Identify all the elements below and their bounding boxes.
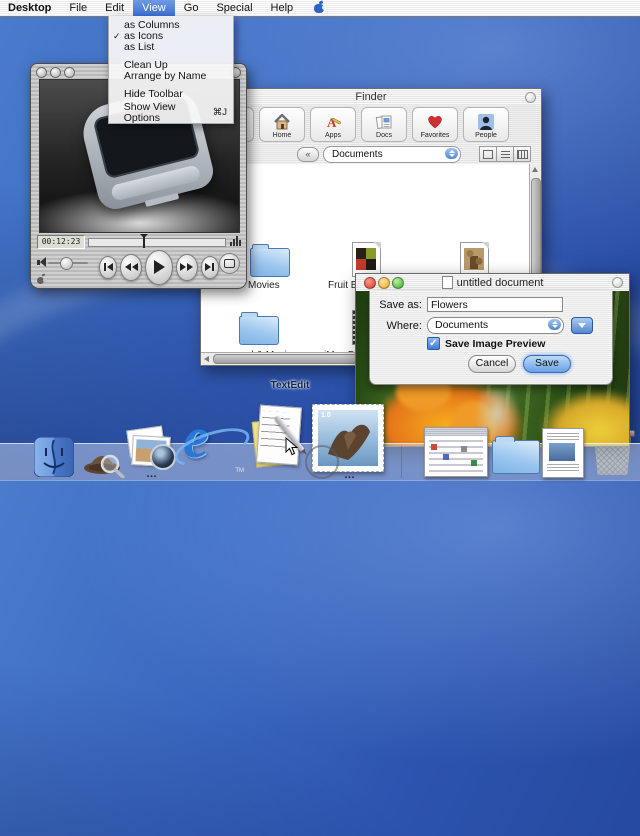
rewind-button[interactable]: [120, 254, 142, 281]
window-widget-button[interactable]: [525, 92, 536, 103]
timecode-display: 00:12:23: [37, 235, 85, 249]
stone-wall-file-icon[interactable]: [460, 242, 489, 277]
window-close-button[interactable]: [36, 67, 47, 78]
equalizer-icon: [230, 236, 241, 246]
shortcut-label: ⌘J: [213, 107, 227, 118]
column-view-button[interactable]: [514, 146, 531, 162]
checkmark-icon: ✓: [113, 31, 124, 42]
movies-label[interactable]: Movies: [248, 280, 280, 291]
disclosure-button[interactable]: [571, 317, 593, 334]
menu-file[interactable]: File: [60, 0, 96, 16]
play-button[interactable]: [145, 250, 173, 285]
apple-logo-icon[interactable]: [313, 2, 325, 14]
applications-icon: A: [324, 112, 342, 132]
toolbar-favorites-button[interactable]: Favorites: [412, 107, 458, 142]
fast-forward-button[interactable]: [176, 254, 198, 281]
document-title: untitled document: [457, 277, 544, 289]
home-icon: [273, 112, 291, 132]
menu-view[interactable]: View: [133, 0, 175, 16]
svg-text:A: A: [327, 115, 337, 130]
running-indicator: …: [344, 472, 355, 478]
list-view-button[interactable]: [497, 146, 514, 162]
menu-help[interactable]: Help: [262, 0, 303, 16]
heart-icon: [426, 112, 444, 132]
desktop: { "menubar": { "items": [ {"label": "Des…: [0, 0, 640, 480]
person-icon: [477, 112, 495, 132]
save-as-input[interactable]: [427, 297, 563, 312]
document-dock-icon[interactable]: [542, 428, 584, 478]
scroll-left-arrow[interactable]: [204, 356, 209, 362]
window-zoom-button[interactable]: [392, 277, 404, 289]
view-mode-buttons: [479, 146, 531, 162]
apple-logo-icon: [36, 275, 45, 284]
save-sheet: Save as: Where: Documents ✓ Save Image P…: [369, 291, 613, 385]
playhead-handle[interactable]: [143, 236, 145, 248]
toolbar-apps-button[interactable]: A Apps: [310, 107, 356, 142]
fruit-basket-file-icon[interactable]: [352, 242, 381, 277]
internet-explorer-dock-icon[interactable]: e TM: [176, 410, 244, 476]
cancel-button[interactable]: Cancel: [468, 355, 516, 373]
menu-item-as-list[interactable]: as List: [109, 42, 233, 53]
toolbar-home-button[interactable]: Home: [259, 107, 305, 142]
popup-stepper-icon: [548, 319, 561, 330]
volume-icon: [37, 257, 46, 267]
view-menu-dropdown: as Columns ✓as Icons as List Clean Up Ar…: [108, 16, 234, 124]
volume-slider[interactable]: [48, 262, 88, 264]
document-icon: [442, 276, 453, 289]
untitled-document-window: untitled document Save as: Where: Docume…: [355, 273, 630, 447]
menu-desktop[interactable]: Desktop: [0, 0, 60, 16]
movies-folder-icon[interactable]: [250, 248, 290, 277]
location-popup[interactable]: Documents: [323, 146, 461, 163]
finder-navbar: « Documents: [201, 143, 541, 165]
transport-controls: [99, 249, 219, 285]
postmark-icon: [305, 445, 339, 479]
finder-toolbar: Computer Home A Apps Docs Favorites: [201, 105, 541, 144]
toolbar-people-button[interactable]: People: [463, 107, 509, 142]
back-button[interactable]: «: [297, 147, 319, 162]
quicktime-tv-button[interactable]: [219, 253, 240, 274]
finder-dock-icon[interactable]: [34, 437, 74, 477]
menu-special[interactable]: Special: [207, 0, 261, 16]
quicktime-controls: 00:12:23: [31, 231, 246, 287]
jump-end-button[interactable]: [201, 256, 219, 279]
mail-dock-icon[interactable]: 1.0: [312, 404, 384, 472]
save-button[interactable]: Save: [523, 355, 571, 373]
mouse-cursor: [285, 437, 298, 456]
window-minimize-button[interactable]: [378, 277, 390, 289]
textedit-dock-label: TextEdit: [248, 380, 332, 391]
checkbox-label: Save Image Preview: [445, 338, 545, 350]
menu-item-arrange-by-name[interactable]: Arrange by Name: [109, 71, 233, 82]
scrubber-track[interactable]: [88, 238, 226, 247]
volume-knob[interactable]: [60, 257, 73, 270]
popup-stepper-icon: [445, 148, 458, 159]
running-indicator: …: [146, 471, 157, 477]
window-widget-button[interactable]: [612, 277, 623, 288]
image-capture-dock-icon[interactable]: [126, 426, 176, 474]
menu-item-show-view-options[interactable]: Show View Options⌘J: [109, 107, 233, 118]
textedit-dock-icon[interactable]: [246, 404, 310, 470]
documents-icon: [375, 112, 393, 132]
icon-view-button[interactable]: [479, 146, 497, 162]
finder-titlebar[interactable]: Finder: [201, 89, 541, 106]
menubar: Desktop File Edit View Go Special Help: [0, 0, 640, 17]
where-popup[interactable]: Documents: [427, 317, 564, 334]
toolbar-docs-button[interactable]: Docs: [361, 107, 407, 142]
dock-divider: [401, 446, 402, 478]
camera-lens-icon: [150, 444, 176, 470]
sherlock-dock-icon[interactable]: [82, 442, 126, 478]
window-close-button[interactable]: [364, 277, 376, 289]
window-minimize-button[interactable]: [50, 67, 61, 78]
menu-item-hide-toolbar[interactable]: Hide Toolbar: [109, 89, 233, 100]
menu-go[interactable]: Go: [175, 0, 208, 16]
folder-dock-icon[interactable]: [492, 440, 540, 474]
music-folder-icon[interactable]: [239, 316, 279, 345]
jump-start-button[interactable]: [99, 256, 117, 279]
save-as-label: Save as:: [370, 299, 422, 311]
window-zoom-button[interactable]: [64, 67, 75, 78]
scroll-up-arrow[interactable]: [532, 167, 538, 172]
menu-edit[interactable]: Edit: [96, 0, 133, 16]
applestore-window-dock-icon[interactable]: [424, 427, 488, 477]
where-label: Where:: [370, 320, 422, 332]
save-image-preview-checkbox[interactable]: ✓: [427, 337, 440, 350]
